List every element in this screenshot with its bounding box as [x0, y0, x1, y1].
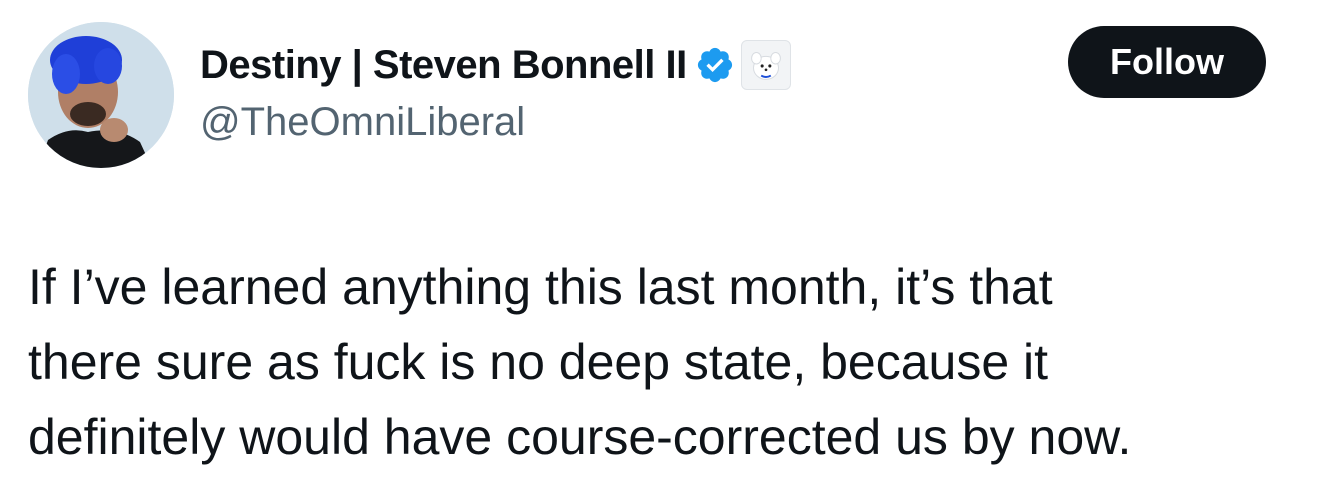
tweet-text: If I’ve learned anything this last month… [28, 250, 1298, 475]
verified-badge-icon[interactable] [695, 45, 735, 85]
dog-badge-icon[interactable] [740, 40, 791, 90]
tweet-text-line: there sure as fuck is no deep state, bec… [28, 334, 1049, 390]
follow-button[interactable]: Follow [1068, 26, 1266, 98]
tweet-text-line: definitely would have course-corrected u… [28, 409, 1132, 465]
author-handle[interactable]: @TheOmniLiberal [200, 100, 525, 145]
author-name-row: Destiny | Steven Bonnell II [200, 40, 791, 90]
avatar-photo [28, 22, 174, 168]
author-avatar[interactable] [28, 22, 174, 168]
author-display-name[interactable]: Destiny | Steven Bonnell II [200, 43, 687, 88]
tweet-text-line: If I’ve learned anything this last month… [28, 259, 1053, 315]
